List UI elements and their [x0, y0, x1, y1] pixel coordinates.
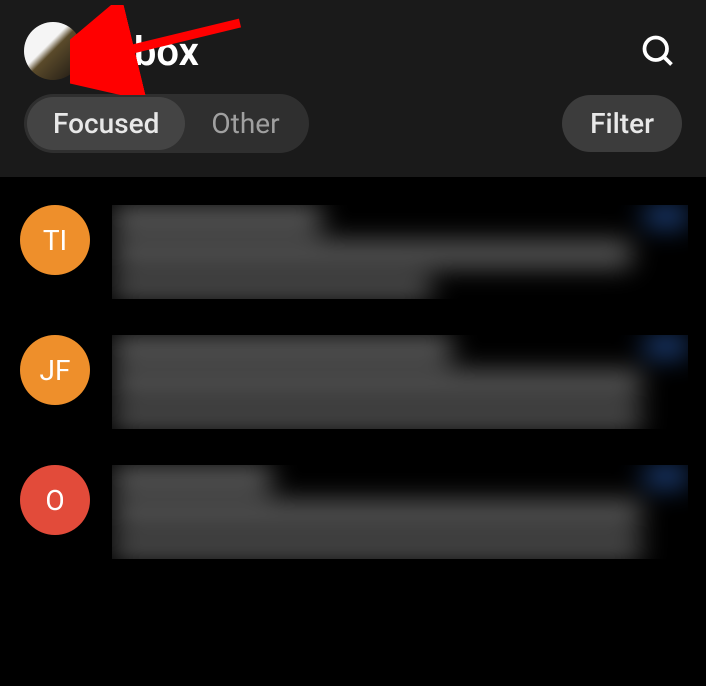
profile-avatar[interactable]	[24, 22, 82, 80]
filter-button[interactable]: Filter	[562, 95, 682, 152]
email-content	[112, 465, 688, 559]
email-item[interactable]: JF	[0, 317, 706, 447]
email-content	[112, 205, 688, 299]
tab-other[interactable]: Other	[185, 97, 305, 150]
sender-avatar: JF	[20, 335, 90, 405]
email-item[interactable]: TI	[0, 187, 706, 317]
tabs-row: Focused Other Filter	[0, 90, 706, 165]
tab-focused[interactable]: Focused	[27, 97, 185, 150]
email-content	[112, 335, 688, 429]
page-title: Inbox	[100, 28, 634, 75]
sender-avatar: TI	[20, 205, 90, 275]
email-item[interactable]: O	[0, 447, 706, 577]
inbox-tabs: Focused Other	[24, 94, 309, 153]
search-icon	[640, 33, 676, 69]
search-button[interactable]	[634, 27, 682, 75]
email-list: TI JF O	[0, 177, 706, 577]
sender-avatar: O	[20, 465, 90, 535]
header-bar: Inbox	[0, 0, 706, 90]
